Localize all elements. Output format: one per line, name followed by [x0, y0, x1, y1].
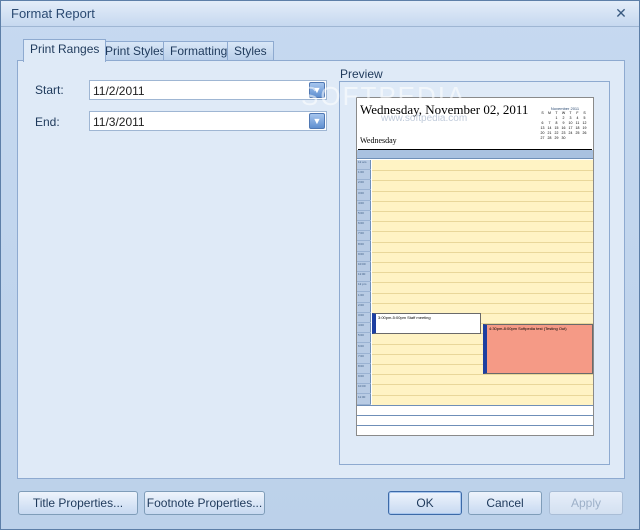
- end-date-value: 11/3/2011: [93, 115, 145, 129]
- footnote-properties-button[interactable]: Footnote Properties...: [144, 491, 265, 515]
- hour-line: [372, 394, 593, 396]
- time-slot-label: 7:00: [357, 354, 371, 364]
- format-report-dialog: Format Report ✕ Print Ranges Print Style…: [0, 0, 640, 530]
- time-slot-label: 12 am: [357, 160, 371, 170]
- hour-line: [372, 282, 593, 284]
- hour-line: [372, 374, 593, 376]
- preview-page: Wednesday, November 02, 2011 Wednesday N…: [356, 97, 594, 436]
- preview-label: Preview: [340, 67, 383, 81]
- chevron-down-icon[interactable]: ▼: [309, 113, 325, 129]
- window-title: Format Report: [11, 6, 95, 21]
- end-label: End:: [35, 115, 60, 129]
- hour-line: [372, 211, 593, 212]
- title-properties-button[interactable]: Title Properties...: [18, 491, 138, 515]
- tab-styles[interactable]: Styles: [227, 41, 274, 61]
- time-slot-label: 7:00: [357, 231, 371, 242]
- time-slot-label: 9:00: [357, 374, 371, 385]
- page-weekday: Wednesday: [360, 136, 397, 145]
- start-date-combo[interactable]: 11/2/2011 ▼: [89, 80, 327, 100]
- mini-calendar-date: 30: [561, 136, 566, 140]
- hour-line: [372, 221, 593, 223]
- hour-line: [372, 302, 593, 304]
- time-column: 12 am 1:00 2:00 3:00 4:00 5:00 6:00 7:00 8:00 9:0…: [357, 160, 371, 405]
- time-slot-label: 12 pm: [357, 282, 371, 293]
- end-date-combo[interactable]: 11/3/2011 ▼: [89, 111, 327, 131]
- hour-line: [372, 200, 593, 202]
- cancel-button[interactable]: Cancel: [468, 491, 542, 515]
- apply-button[interactable]: Apply: [549, 491, 623, 515]
- time-slot-label: 3:00: [357, 191, 371, 201]
- mini-calendar-date: 27: [540, 136, 545, 140]
- time-slot-label: 11:00: [357, 272, 371, 283]
- time-slot-label: 10:00: [357, 384, 371, 395]
- event-softpedia-test: 4:30pm-8:00pm Softpedia test (Testing Ou…: [483, 324, 593, 374]
- time-slot-label: 3:00: [357, 313, 371, 323]
- hour-line: [372, 272, 593, 274]
- grid-footer-line: [357, 405, 593, 406]
- hour-line: [372, 292, 593, 294]
- watermark-url: www.softpedia.com: [381, 113, 468, 124]
- mini-calendar-date: 29: [554, 136, 559, 140]
- time-slot-label: 6:00: [357, 344, 371, 354]
- tab-print-styles[interactable]: Print Styles: [98, 41, 173, 61]
- mini-calendar-rows: 1 2 3 4 5 6 7 8 9 10 11 12 13 14 15 16 17 18 19 20 21 22 23 24 2…: [539, 116, 591, 141]
- time-slot-label: 5:00: [357, 333, 371, 344]
- mini-calendar-week: 27 28 29 30: [539, 136, 591, 141]
- hour-line: [372, 170, 593, 172]
- hour-line: [372, 231, 593, 233]
- hour-line: [372, 384, 593, 386]
- time-slot-label: 11:00: [357, 395, 371, 405]
- hour-line: [372, 262, 593, 263]
- close-icon[interactable]: ✕: [613, 5, 629, 21]
- time-slot-label: 10:00: [357, 262, 371, 272]
- mini-calendar: November 2011 SMTWTFS 1 2 3 4 5 6 7 8 9 10 11 12 13 1…: [539, 106, 591, 142]
- tab-print-ranges[interactable]: Print Ranges: [23, 39, 107, 62]
- title-bar[interactable]: Format Report ✕: [1, 1, 639, 27]
- start-date-value: 11/2/2011: [93, 84, 145, 98]
- time-slot-label: 9:00: [357, 252, 371, 262]
- time-slot-label: 8:00: [357, 242, 371, 252]
- hour-line: [372, 251, 593, 253]
- time-slot-label: 5:00: [357, 211, 371, 221]
- time-slot-label: 6:00: [357, 221, 371, 232]
- time-slot-label: 2:00: [357, 303, 371, 313]
- time-slot-label: 2:00: [357, 180, 371, 191]
- hour-line: [372, 180, 593, 182]
- time-slot-label: 1:00: [357, 170, 371, 181]
- grid-header-bar: [357, 150, 593, 159]
- grid-footer-line: [357, 415, 593, 416]
- hour-line: [372, 190, 593, 192]
- day-grid: 12 am 1:00 2:00 3:00 4:00 5:00 6:00 7:00 8:00 9:0…: [357, 150, 593, 435]
- event-staff-meeting: 3:00pm-5:00pm Staff meeting: [372, 313, 481, 334]
- time-slot-label: 8:00: [357, 364, 371, 374]
- time-slot-label: 4:00: [357, 201, 371, 211]
- time-slot-label: 1:00: [357, 293, 371, 303]
- ok-button[interactable]: OK: [388, 491, 462, 515]
- time-slot-label: 4:00: [357, 323, 371, 334]
- watermark: SOFTPEDIA: [301, 81, 467, 111]
- grid-footer-line: [357, 425, 593, 426]
- start-label: Start:: [35, 83, 64, 97]
- mini-calendar-date: 28: [547, 136, 552, 140]
- tab-formatting[interactable]: Formatting: [163, 41, 235, 61]
- hour-line: [372, 241, 593, 243]
